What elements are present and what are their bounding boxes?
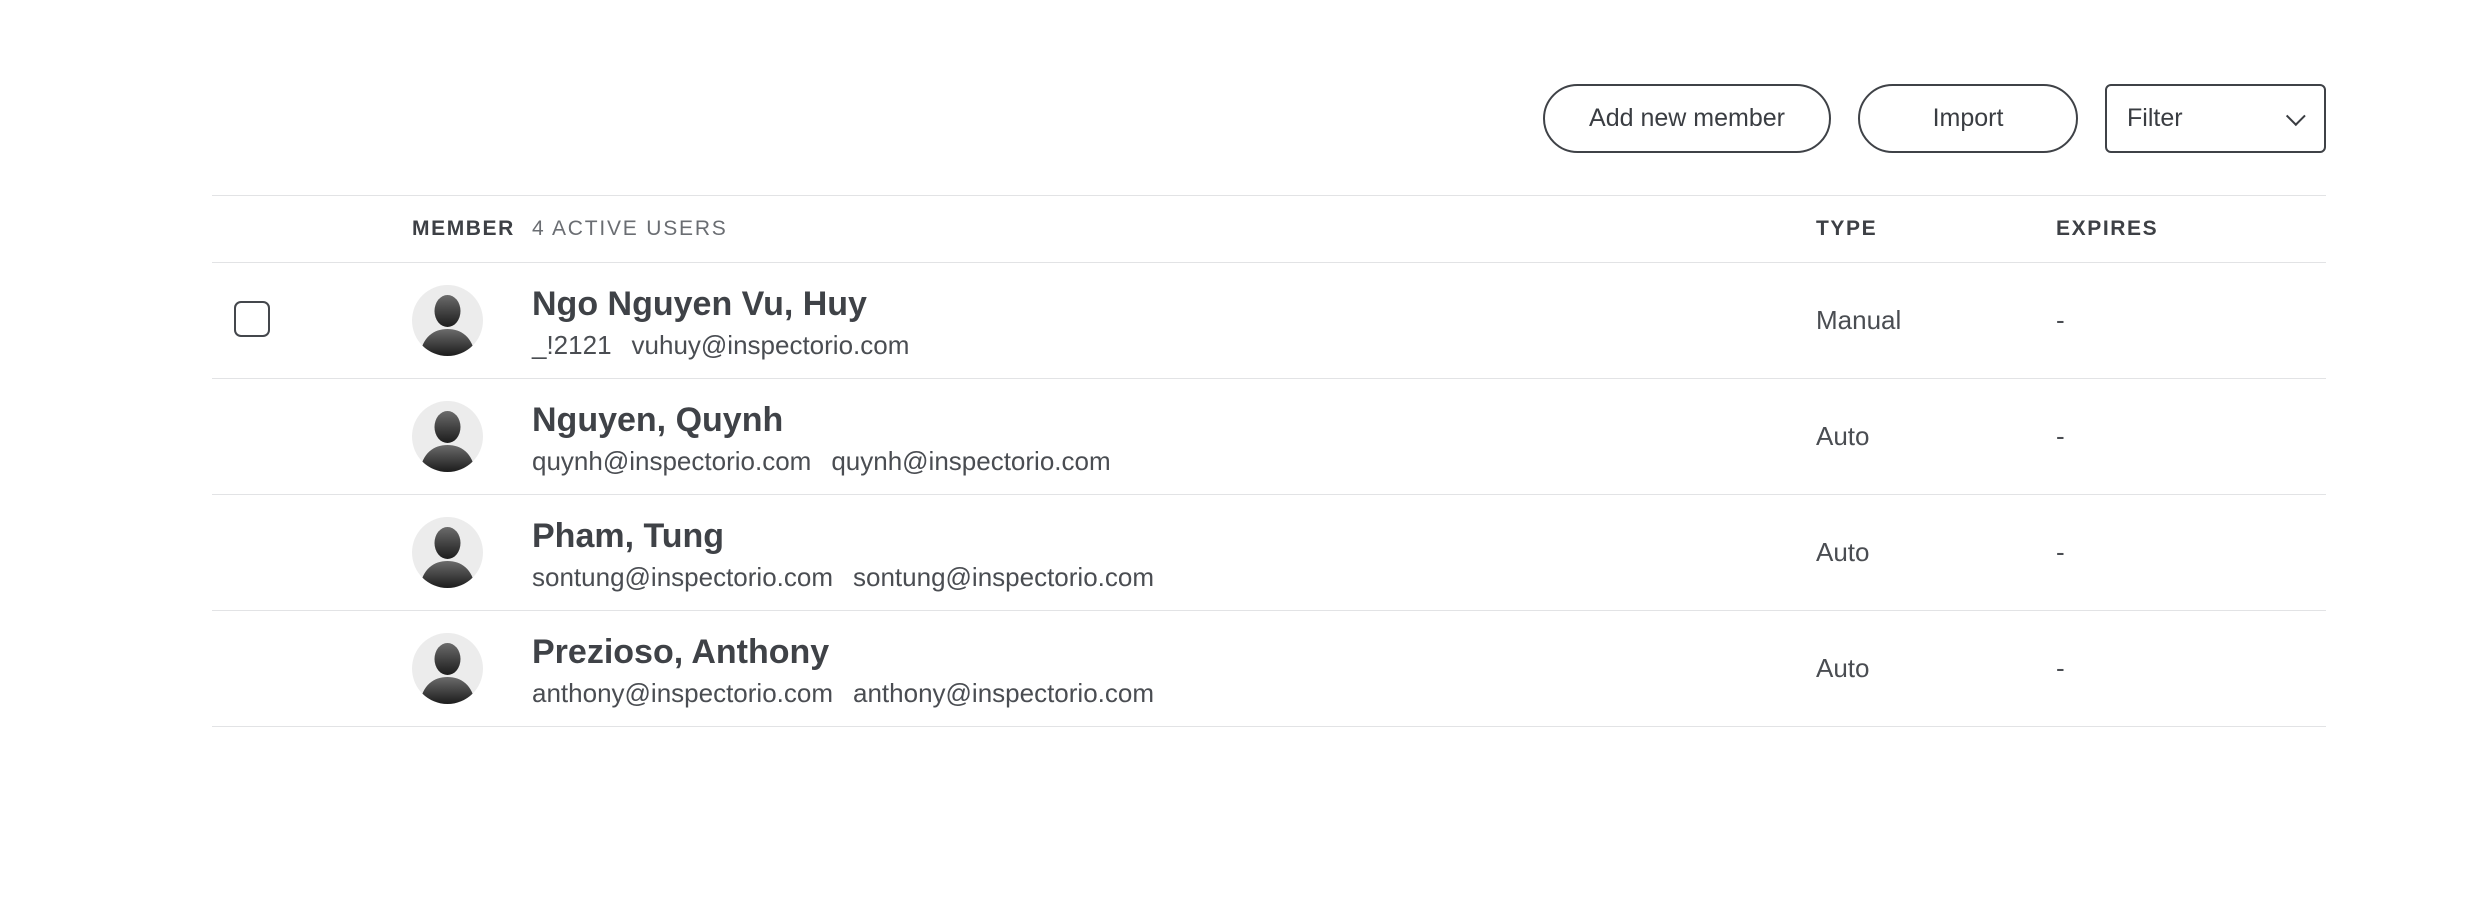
member-identifiers: sontung@inspectorio.com sontung@inspector… <box>532 562 1154 593</box>
chevron-down-icon <box>2285 105 2306 126</box>
table-row[interactable]: Nguyen, Quynh quynh@inspectorio.com quynh… <box>212 379 2326 495</box>
member-type: Manual <box>1816 305 1902 335</box>
filter-select[interactable]: Filter <box>2105 84 2326 153</box>
toolbar: Add new member Import Filter <box>1543 84 2326 153</box>
member-expires: - <box>2056 653 2065 683</box>
row-checkbox[interactable] <box>234 301 270 337</box>
member-type: Auto <box>1816 537 1870 567</box>
avatar-icon <box>412 401 483 472</box>
column-header-type[interactable]: TYPE <box>1816 196 1877 262</box>
member-name[interactable]: Nguyen, Quynh <box>532 401 783 440</box>
avatar-icon <box>412 285 483 356</box>
table-header: MEMBER 4 ACTIVE USERS TYPE EXPIRES <box>212 195 2326 263</box>
member-email: vuhuy@inspectorio.com <box>631 330 910 360</box>
member-username: quynh@inspectorio.com <box>532 446 812 476</box>
active-users-count: 4 ACTIVE USERS <box>532 217 728 240</box>
filter-label: Filter <box>2127 104 2183 132</box>
member-name[interactable]: Prezioso, Anthony <box>532 633 829 672</box>
import-button[interactable]: Import <box>1858 84 2078 153</box>
table-row[interactable]: Pham, Tung sontung@inspectorio.com sontun… <box>212 495 2326 611</box>
member-username: sontung@inspectorio.com <box>532 562 833 592</box>
column-header-member[interactable]: MEMBER <box>412 196 515 262</box>
member-type: Auto <box>1816 653 1870 683</box>
members-table: MEMBER 4 ACTIVE USERS TYPE EXPIRES Ngo N… <box>212 195 2326 727</box>
avatar-icon <box>412 633 483 704</box>
table-row[interactable]: Prezioso, Anthony anthony@inspectorio.co… <box>212 611 2326 727</box>
member-email: quynh@inspectorio.com <box>831 446 1111 476</box>
member-identifiers: _!2121 vuhuy@inspectorio.com <box>532 330 909 361</box>
member-email: sontung@inspectorio.com <box>853 562 1154 592</box>
member-expires: - <box>2056 305 2065 335</box>
member-expires: - <box>2056 421 2065 451</box>
member-identifiers: anthony@inspectorio.com anthony@inspector… <box>532 678 1154 709</box>
member-name[interactable]: Ngo Nguyen Vu, Huy <box>532 285 867 324</box>
avatar-icon <box>412 517 483 588</box>
add-new-member-button[interactable]: Add new member <box>1543 84 1831 153</box>
member-type: Auto <box>1816 421 1870 451</box>
member-email: anthony@inspectorio.com <box>853 678 1154 708</box>
table-row[interactable]: Ngo Nguyen Vu, Huy _!2121 vuhuy@inspector… <box>212 263 2326 379</box>
member-expires: - <box>2056 537 2065 567</box>
member-username: anthony@inspectorio.com <box>532 678 833 708</box>
member-name[interactable]: Pham, Tung <box>532 517 724 556</box>
member-identifiers: quynh@inspectorio.com quynh@inspectorio.c… <box>532 446 1111 477</box>
member-username: _!2121 <box>532 330 612 360</box>
column-header-expires[interactable]: EXPIRES <box>2056 196 2158 262</box>
